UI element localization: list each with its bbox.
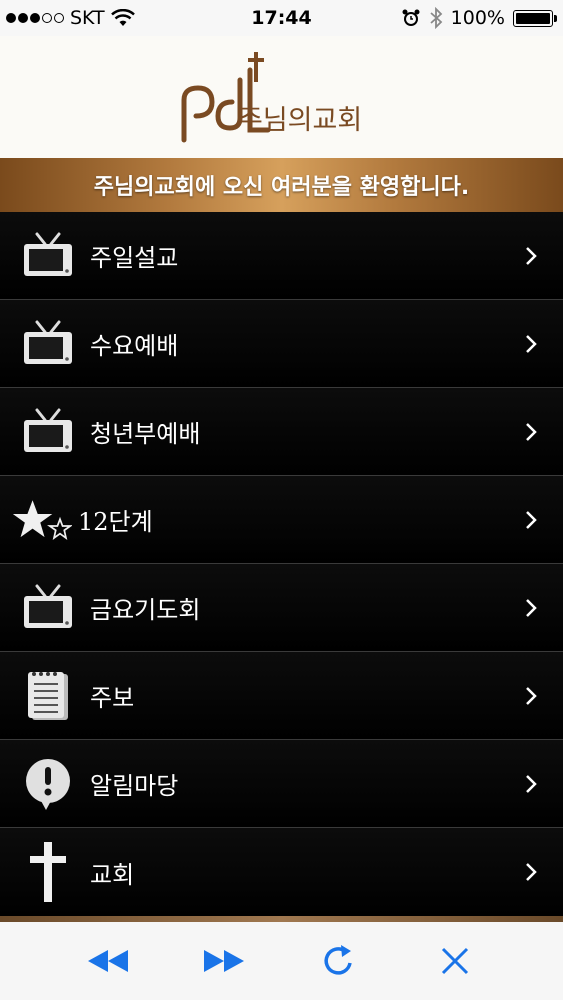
chevron-right-icon: [526, 686, 537, 705]
bluetooth-icon: [430, 7, 442, 29]
menu-item-friday-prayer[interactable]: 금요기도회: [0, 564, 563, 652]
tv-icon: [18, 226, 78, 286]
welcome-banner: 주님의교회에 오신 여러분을 환영합니다.: [0, 158, 563, 212]
menu-item-bulletin[interactable]: 주보: [0, 652, 563, 740]
menu-item-church[interactable]: 교회: [0, 828, 563, 916]
chevron-right-icon: [526, 246, 537, 265]
refresh-button[interactable]: [314, 936, 364, 986]
menu-item-announcements[interactable]: 알림마당: [0, 740, 563, 828]
alarm-clock-icon: [402, 9, 420, 26]
menu-item-label: 주일설교: [90, 244, 179, 272]
menu-item-label: 주보: [90, 684, 135, 712]
logo-text: 주님의교회: [238, 105, 363, 136]
carrier-name: SKT: [70, 7, 105, 29]
chevron-right-icon: [526, 334, 537, 353]
chevron-right-icon: [526, 863, 537, 881]
tv-icon: [18, 402, 78, 462]
stars-icon: [12, 490, 72, 550]
chevron-right-icon: [526, 598, 537, 617]
bottom-toolbar: [0, 922, 563, 1000]
tv-icon: [18, 578, 78, 638]
menu-item-label: 청년부예배: [90, 420, 201, 448]
menu-item-sunday-sermon[interactable]: 주일설교: [0, 212, 563, 300]
menu-item-label: 금요기도회: [90, 596, 201, 624]
close-button[interactable]: [430, 936, 480, 986]
forward-button[interactable]: [199, 936, 249, 986]
chevron-right-icon: [526, 422, 537, 441]
header: 주님의교회: [0, 36, 563, 158]
status-left: SKT: [6, 7, 135, 29]
fast-forward-icon: [203, 950, 244, 972]
welcome-text: 주님의교회에 오신 여러분을 환영합니다.: [93, 175, 470, 200]
main-menu: 주일설교 수요예배 청년부예배 12단계 금요기도회 주보 알림마당 교회: [0, 212, 563, 916]
battery-icon: [513, 9, 557, 27]
cross-icon: [18, 842, 78, 902]
chevron-right-icon: [526, 774, 537, 793]
close-icon: [442, 947, 469, 975]
menu-item-label: 알림마당: [90, 772, 179, 800]
refresh-icon: [324, 945, 353, 975]
back-button[interactable]: [83, 936, 133, 986]
alert-bubble-icon: [18, 754, 78, 814]
wifi-icon: [110, 9, 135, 26]
notepad-icon: [18, 666, 78, 726]
menu-item-label: 교회: [90, 860, 135, 889]
tv-icon: [18, 314, 78, 374]
menu-item-label: 12단계: [78, 508, 153, 536]
rewind-icon: [87, 950, 128, 972]
menu-item-12-steps[interactable]: 12단계: [0, 476, 563, 564]
menu-item-label: 수요예배: [90, 332, 179, 360]
chevron-right-icon: [526, 510, 537, 529]
signal-strength-icon: [6, 13, 64, 23]
menu-item-wednesday-service[interactable]: 수요예배: [0, 300, 563, 388]
battery-percent: 100%: [450, 7, 505, 29]
status-bar: SKT 17:44 100%: [0, 0, 563, 36]
status-right: 100%: [401, 7, 557, 29]
menu-item-youth-service[interactable]: 청년부예배: [0, 388, 563, 476]
